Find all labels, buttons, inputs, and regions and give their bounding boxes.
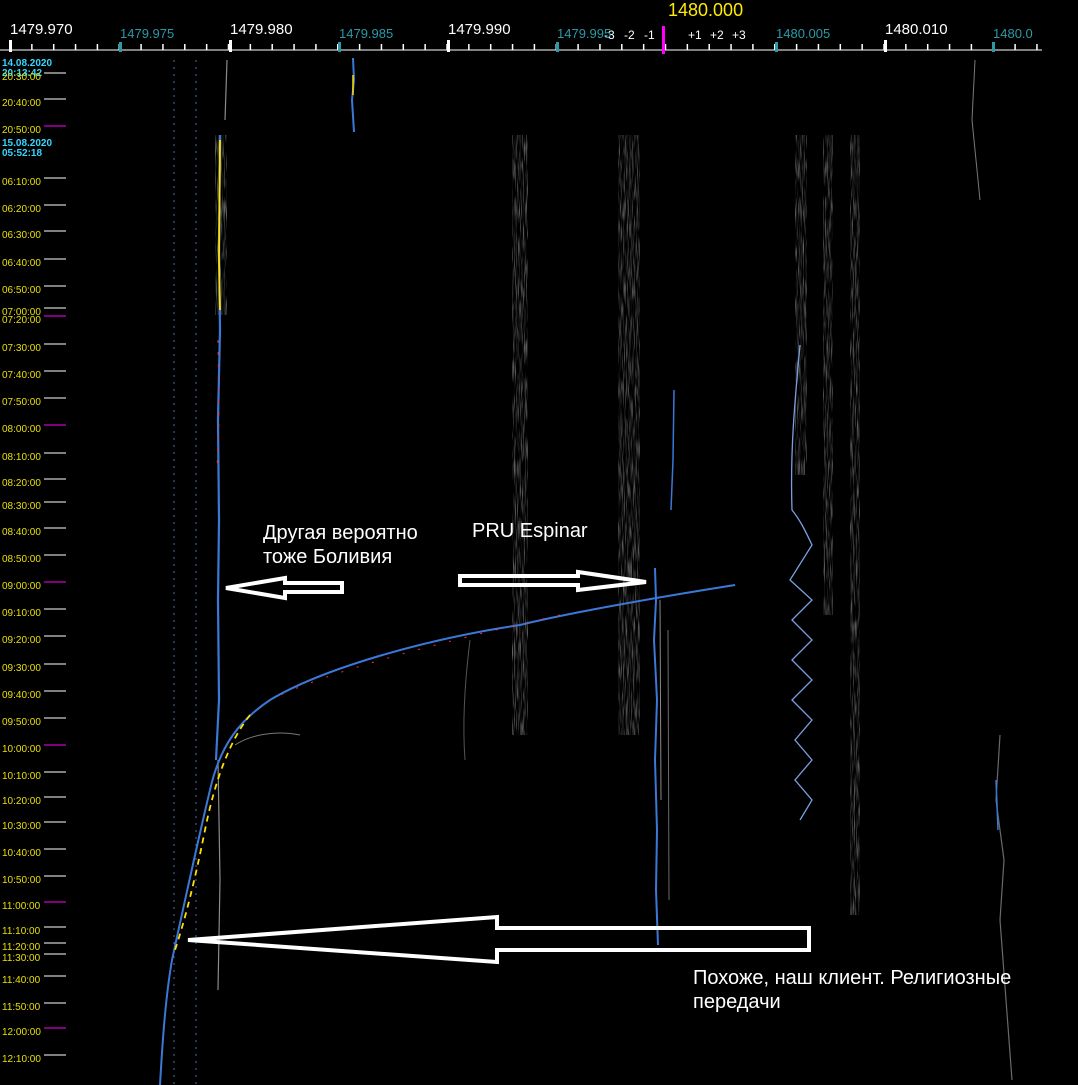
time-label: 20:40:00 — [2, 98, 41, 109]
time-label: 08:00:00 — [2, 424, 41, 435]
freq-label-minor: 1480.005 — [776, 26, 831, 41]
time-label: 09:50:00 — [2, 717, 41, 728]
frequency-tick-minor — [556, 42, 559, 52]
time-label: 12:10:00 — [2, 1054, 41, 1065]
trace-ghost — [234, 732, 301, 746]
time-label: 07:20:00 — [2, 315, 41, 326]
noise-streak — [215, 135, 227, 315]
annotation-line: тоже Боливия — [263, 546, 393, 568]
freq-label-minor: 1479.975 — [120, 26, 175, 41]
time-label: 11:00:00 — [2, 901, 41, 912]
noise-streak — [512, 135, 528, 735]
frequency-tick-minor — [338, 42, 341, 52]
annotation-espinar: PRU Espinar — [472, 520, 588, 542]
time-label: 08:30:00 — [2, 501, 41, 512]
time-label: 11:50:00 — [2, 1002, 41, 1013]
trace-pru-espinar — [652, 567, 659, 946]
time-label: 09:00:00 — [2, 581, 41, 592]
annotation-line: Похоже, наш клиент. Религиозные — [693, 967, 1012, 989]
annotation-line: передачи — [693, 991, 781, 1013]
frequency-tick-minor — [119, 42, 122, 52]
trace-carrier-offset — [670, 389, 675, 511]
noise-streak — [850, 135, 860, 915]
annotation-arrows — [187, 569, 811, 965]
annotation-bolivia: Другая вероятно тоже Боливия — [263, 521, 418, 569]
time-label: 20:30:00 — [2, 72, 41, 83]
freq-label-major: 1479.970 — [10, 21, 73, 38]
center-frequency-marker — [662, 26, 665, 54]
noise-streak — [795, 135, 807, 475]
trace-right-blue — [995, 779, 999, 831]
frequency-tick-minor — [775, 42, 778, 52]
trace-main-client-hot — [174, 714, 251, 951]
frequency-tick-major — [447, 40, 450, 52]
time-label: 09:30:00 — [2, 663, 41, 674]
time-label: 11:20:00 — [2, 942, 41, 953]
frequency-tick-major — [884, 40, 887, 52]
time-label: 10:50:00 — [2, 875, 41, 886]
freq-label-major: 1480.010 — [885, 21, 948, 38]
time-label: 06:20:00 — [2, 204, 41, 215]
time-label: 06:50:00 — [2, 285, 41, 296]
trace-bolivia-hot — [218, 139, 221, 311]
trace-carrier-faint — [667, 629, 670, 901]
annotation-line: Другая вероятно — [263, 522, 418, 544]
time-label: 11:40:00 — [2, 975, 41, 986]
waterfall-display: 1479.970 1479.980 1479.990 1480.010 1479… — [0, 0, 1078, 1085]
freq-label-major: 1479.990 — [448, 21, 511, 38]
arrow-bolivia — [225, 575, 344, 601]
time-label: 10:00:00 — [2, 744, 41, 755]
trace-carrier-faint — [659, 599, 662, 801]
time-label: 06:30:00 — [2, 230, 41, 241]
time-label: 10:30:00 — [2, 821, 41, 832]
time-label: 08:50:00 — [2, 554, 41, 565]
time-label: 12:00:00 — [2, 1027, 41, 1038]
trace-ghost — [463, 639, 471, 761]
frequency-tick-minor — [992, 42, 995, 52]
time-ticks — [44, 72, 66, 1056]
date-label: 05:52:18 — [2, 148, 43, 159]
time-label: 08:40:00 — [2, 527, 41, 538]
offset-label: -3 — [604, 28, 615, 42]
arrow-client — [187, 914, 811, 965]
time-label: 09:40:00 — [2, 690, 41, 701]
center-frequency-label: 1480.000 — [668, 0, 744, 20]
annotation-client: Похоже, наш клиент. Религиозные передачи — [693, 966, 1011, 1014]
trace-right-faint — [995, 734, 1013, 1081]
time-label: 10:10:00 — [2, 771, 41, 782]
frequency-tick-major — [9, 40, 12, 52]
offset-label: +2 — [710, 28, 724, 42]
time-label: 09:10:00 — [2, 608, 41, 619]
noise-streak — [618, 135, 640, 735]
time-label: 11:10:00 — [2, 926, 41, 937]
time-label: 10:20:00 — [2, 796, 41, 807]
trace-right-faint — [971, 59, 981, 201]
offset-label: +1 — [688, 28, 702, 42]
freq-label-minor: 1479.985 — [339, 26, 394, 41]
offset-label: +3 — [732, 28, 746, 42]
noise-streak — [823, 135, 833, 615]
time-label: 07:40:00 — [2, 370, 41, 381]
time-label: 07:30:00 — [2, 343, 41, 354]
time-label: 11:30:00 — [2, 953, 41, 964]
offset-label: -1 — [644, 28, 655, 42]
time-label: 08:10:00 — [2, 452, 41, 463]
freq-label-major: 1479.980 — [230, 21, 293, 38]
trace-bolivia-evening — [224, 59, 228, 121]
frequency-tick-major — [229, 40, 232, 52]
time-label: 09:20:00 — [2, 635, 41, 646]
freq-label-minor: 1480.0 — [993, 26, 1033, 41]
time-label: 06:10:00 — [2, 177, 41, 188]
time-label: 08:20:00 — [2, 478, 41, 489]
time-label: 20:50:00 — [2, 125, 41, 136]
time-label: 06:40:00 — [2, 258, 41, 269]
trace-main-client — [159, 584, 736, 1085]
offset-label: -2 — [624, 28, 635, 42]
time-label: 10:40:00 — [2, 848, 41, 859]
trace-bolivia-fading — [217, 759, 221, 991]
time-label: 07:50:00 — [2, 397, 41, 408]
